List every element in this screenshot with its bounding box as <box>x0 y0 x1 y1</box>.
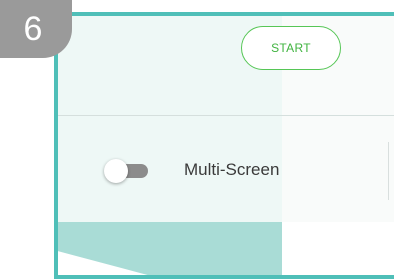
start-button[interactable]: START <box>241 26 341 70</box>
step-number: 6 <box>23 9 43 48</box>
vertical-divider <box>388 142 389 200</box>
start-button-label: START <box>271 41 311 55</box>
multi-screen-toggle[interactable] <box>104 159 148 183</box>
toggle-knob <box>104 159 128 183</box>
step-number-badge: 6 <box>0 0 72 58</box>
section-divider <box>58 115 394 116</box>
highlight-frame: START Multi-Screen <box>54 12 394 279</box>
multi-screen-label: Multi-Screen <box>184 160 280 179</box>
